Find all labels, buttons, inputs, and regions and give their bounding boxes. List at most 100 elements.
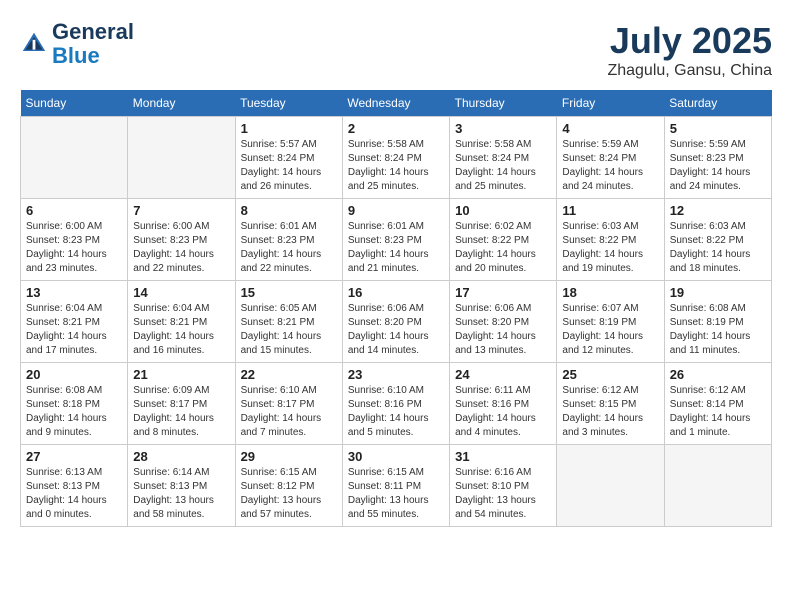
calendar-cell: 26 Sunrise: 6:12 AM Sunset: 8:14 PM Dayli…: [664, 363, 771, 445]
day-info: Sunrise: 6:03 AM Sunset: 8:22 PM Dayligh…: [670, 220, 766, 276]
calendar-cell: 22 Sunrise: 6:10 AM Sunset: 8:17 PM Dayli…: [235, 363, 342, 445]
calendar-cell: 6Sunrise: 6:00 AM Sunset: 8:23 PM Daylig…: [21, 199, 128, 281]
day-info: Sunrise: 6:16 AM Sunset: 8:10 PM Dayligh…: [455, 466, 551, 522]
calendar-week: 6Sunrise: 6:00 AM Sunset: 8:23 PM Daylig…: [21, 199, 772, 281]
title-block: July 2025 Zhagulu, Gansu, China: [607, 20, 772, 80]
day-info: Sunrise: 5:57 AM Sunset: 8:24 PM Dayligh…: [241, 138, 337, 194]
calendar-cell: [128, 117, 235, 199]
day-number: 25: [562, 367, 658, 382]
day-info: Sunrise: 6:14 AM Sunset: 8:13 PM Dayligh…: [133, 466, 229, 522]
day-number: 10: [455, 203, 551, 218]
calendar-cell: 11 Sunrise: 6:03 AM Sunset: 8:22 PM Dayli…: [557, 199, 664, 281]
day-info: Sunrise: 6:06 AM Sunset: 8:20 PM Dayligh…: [455, 302, 551, 358]
logo-icon: [20, 30, 48, 58]
day-header: Saturday: [664, 90, 771, 117]
day-header: Tuesday: [235, 90, 342, 117]
day-number: 31: [455, 449, 551, 464]
day-number: 13: [26, 285, 122, 300]
calendar-cell: 8 Sunrise: 6:01 AM Sunset: 8:23 PM Daylig…: [235, 199, 342, 281]
day-number: 24: [455, 367, 551, 382]
calendar-cell: 15 Sunrise: 6:05 AM Sunset: 8:21 PM Dayli…: [235, 281, 342, 363]
calendar-cell: 21 Sunrise: 6:09 AM Sunset: 8:17 PM Dayli…: [128, 363, 235, 445]
day-number: 27: [26, 449, 122, 464]
day-info: Sunrise: 5:59 AM Sunset: 8:24 PM Dayligh…: [562, 138, 658, 194]
day-number: 11: [562, 203, 658, 218]
header-row: SundayMondayTuesdayWednesdayThursdayFrid…: [21, 90, 772, 117]
calendar-cell: 14Sunrise: 6:04 AM Sunset: 8:21 PM Dayli…: [128, 281, 235, 363]
calendar-cell: 4 Sunrise: 5:59 AM Sunset: 8:24 PM Daylig…: [557, 117, 664, 199]
day-info: Sunrise: 6:15 AM Sunset: 8:11 PM Dayligh…: [348, 466, 444, 522]
calendar-week: 20 Sunrise: 6:08 AM Sunset: 8:18 PM Dayli…: [21, 363, 772, 445]
day-info: Sunrise: 5:58 AM Sunset: 8:24 PM Dayligh…: [455, 138, 551, 194]
day-number: 4: [562, 121, 658, 136]
calendar-cell: 24 Sunrise: 6:11 AM Sunset: 8:16 PM Dayli…: [450, 363, 557, 445]
logo: General Blue: [20, 20, 134, 68]
calendar-cell: 13Sunrise: 6:04 AM Sunset: 8:21 PM Dayli…: [21, 281, 128, 363]
day-number: 16: [348, 285, 444, 300]
calendar-week: 1Sunrise: 5:57 AM Sunset: 8:24 PM Daylig…: [21, 117, 772, 199]
day-info: Sunrise: 6:09 AM Sunset: 8:17 PM Dayligh…: [133, 384, 229, 440]
calendar-cell: 16Sunrise: 6:06 AM Sunset: 8:20 PM Dayli…: [342, 281, 449, 363]
day-number: 30: [348, 449, 444, 464]
calendar-cell: 3 Sunrise: 5:58 AM Sunset: 8:24 PM Daylig…: [450, 117, 557, 199]
page-header: General Blue July 2025 Zhagulu, Gansu, C…: [20, 20, 772, 80]
calendar-cell: 9 Sunrise: 6:01 AM Sunset: 8:23 PM Daylig…: [342, 199, 449, 281]
day-info: Sunrise: 5:58 AM Sunset: 8:24 PM Dayligh…: [348, 138, 444, 194]
calendar-cell: 12Sunrise: 6:03 AM Sunset: 8:22 PM Dayli…: [664, 199, 771, 281]
day-number: 15: [241, 285, 337, 300]
day-info: Sunrise: 6:00 AM Sunset: 8:23 PM Dayligh…: [26, 220, 122, 276]
logo-line2: Blue: [52, 44, 134, 68]
day-info: Sunrise: 6:12 AM Sunset: 8:14 PM Dayligh…: [670, 384, 766, 440]
location: Zhagulu, Gansu, China: [607, 62, 772, 80]
day-info: Sunrise: 6:10 AM Sunset: 8:16 PM Dayligh…: [348, 384, 444, 440]
calendar-week: 13Sunrise: 6:04 AM Sunset: 8:21 PM Dayli…: [21, 281, 772, 363]
day-number: 17: [455, 285, 551, 300]
day-info: Sunrise: 6:15 AM Sunset: 8:12 PM Dayligh…: [241, 466, 337, 522]
day-header: Thursday: [450, 90, 557, 117]
calendar-cell: [664, 445, 771, 527]
day-number: 3: [455, 121, 551, 136]
calendar-cell: 29 Sunrise: 6:15 AM Sunset: 8:12 PM Dayli…: [235, 445, 342, 527]
day-info: Sunrise: 6:10 AM Sunset: 8:17 PM Dayligh…: [241, 384, 337, 440]
day-number: 18: [562, 285, 658, 300]
calendar-cell: [21, 117, 128, 199]
day-info: Sunrise: 6:01 AM Sunset: 8:23 PM Dayligh…: [241, 220, 337, 276]
day-number: 23: [348, 367, 444, 382]
logo-line1: General: [52, 20, 134, 44]
day-number: 14: [133, 285, 229, 300]
day-number: 20: [26, 367, 122, 382]
day-header: Monday: [128, 90, 235, 117]
calendar-cell: [557, 445, 664, 527]
day-number: 9: [348, 203, 444, 218]
calendar-cell: 18Sunrise: 6:07 AM Sunset: 8:19 PM Dayli…: [557, 281, 664, 363]
calendar-cell: 27 Sunrise: 6:13 AM Sunset: 8:13 PM Dayli…: [21, 445, 128, 527]
day-info: Sunrise: 6:12 AM Sunset: 8:15 PM Dayligh…: [562, 384, 658, 440]
day-number: 5: [670, 121, 766, 136]
calendar-cell: 25 Sunrise: 6:12 AM Sunset: 8:15 PM Dayli…: [557, 363, 664, 445]
day-info: Sunrise: 6:08 AM Sunset: 8:18 PM Dayligh…: [26, 384, 122, 440]
calendar-cell: 10 Sunrise: 6:02 AM Sunset: 8:22 PM Dayli…: [450, 199, 557, 281]
day-info: Sunrise: 6:13 AM Sunset: 8:13 PM Dayligh…: [26, 466, 122, 522]
day-info: Sunrise: 6:01 AM Sunset: 8:23 PM Dayligh…: [348, 220, 444, 276]
calendar-cell: 5Sunrise: 5:59 AM Sunset: 8:23 PM Daylig…: [664, 117, 771, 199]
day-number: 26: [670, 367, 766, 382]
day-info: Sunrise: 6:05 AM Sunset: 8:21 PM Dayligh…: [241, 302, 337, 358]
calendar-table: SundayMondayTuesdayWednesdayThursdayFrid…: [20, 90, 772, 527]
day-number: 28: [133, 449, 229, 464]
day-number: 22: [241, 367, 337, 382]
day-info: Sunrise: 6:03 AM Sunset: 8:22 PM Dayligh…: [562, 220, 658, 276]
day-number: 21: [133, 367, 229, 382]
day-info: Sunrise: 6:02 AM Sunset: 8:22 PM Dayligh…: [455, 220, 551, 276]
day-info: Sunrise: 6:08 AM Sunset: 8:19 PM Dayligh…: [670, 302, 766, 358]
day-number: 19: [670, 285, 766, 300]
calendar-cell: 23 Sunrise: 6:10 AM Sunset: 8:16 PM Dayli…: [342, 363, 449, 445]
day-info: Sunrise: 6:00 AM Sunset: 8:23 PM Dayligh…: [133, 220, 229, 276]
calendar-cell: 30 Sunrise: 6:15 AM Sunset: 8:11 PM Dayli…: [342, 445, 449, 527]
day-info: Sunrise: 6:11 AM Sunset: 8:16 PM Dayligh…: [455, 384, 551, 440]
day-number: 8: [241, 203, 337, 218]
calendar-cell: 2Sunrise: 5:58 AM Sunset: 8:24 PM Daylig…: [342, 117, 449, 199]
calendar-cell: 1Sunrise: 5:57 AM Sunset: 8:24 PM Daylig…: [235, 117, 342, 199]
calendar-cell: 28 Sunrise: 6:14 AM Sunset: 8:13 PM Dayli…: [128, 445, 235, 527]
day-header: Wednesday: [342, 90, 449, 117]
day-number: 29: [241, 449, 337, 464]
